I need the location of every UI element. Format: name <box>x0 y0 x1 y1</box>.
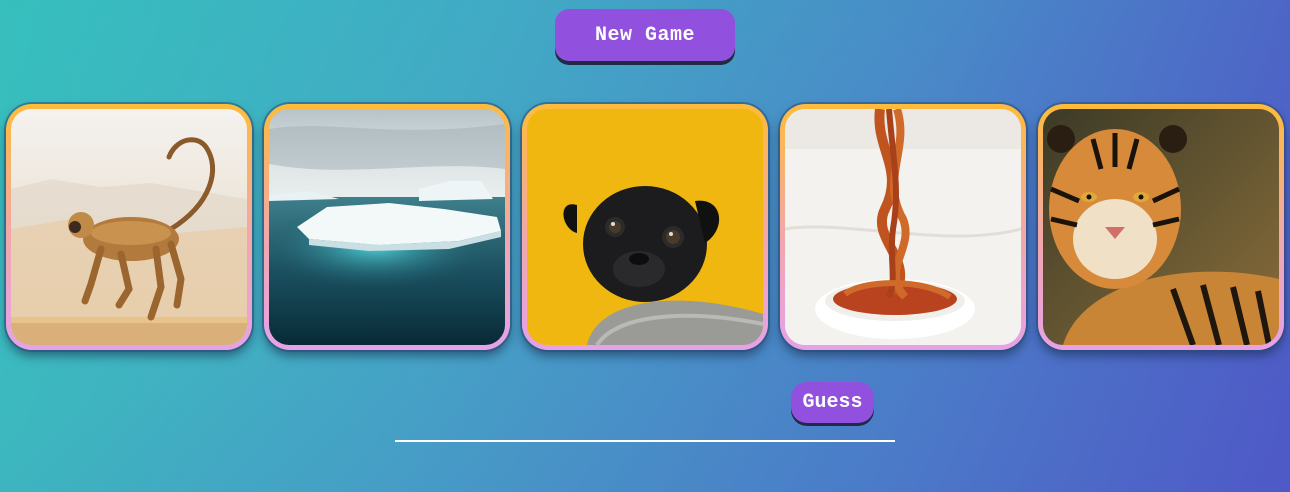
iceberg-photo <box>269 109 505 345</box>
image-card-tiger[interactable] <box>1038 104 1284 350</box>
new-game-button[interactable]: New Game <box>555 9 735 61</box>
guess-input[interactable] <box>395 420 895 442</box>
pug-photo <box>527 109 763 345</box>
tiger-photo <box>1043 109 1279 345</box>
image-card-pug[interactable] <box>522 104 768 350</box>
spaghetti-photo <box>785 109 1021 345</box>
monkey-photo <box>11 109 247 345</box>
guess-button[interactable]: Guess <box>791 382 874 423</box>
image-card-spaghetti[interactable] <box>780 104 1026 350</box>
image-card-monkey[interactable] <box>6 104 252 350</box>
image-card-row <box>6 104 1286 354</box>
image-card-iceberg[interactable] <box>264 104 510 350</box>
